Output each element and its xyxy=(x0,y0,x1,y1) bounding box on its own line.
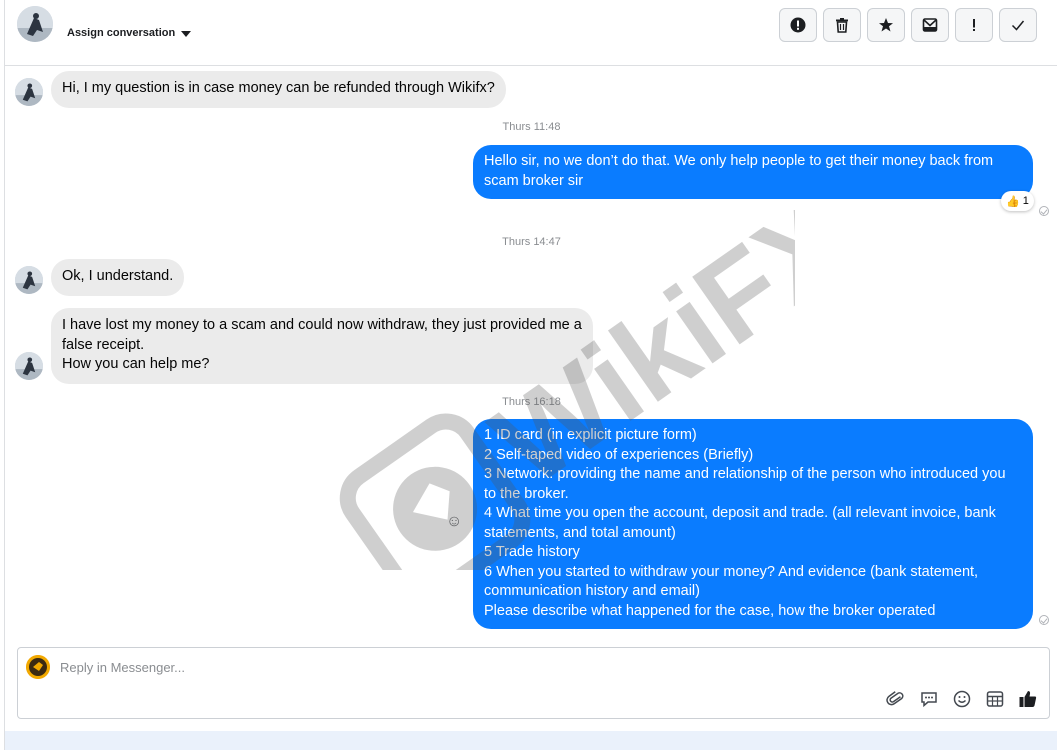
emoji-button[interactable] xyxy=(951,688,973,710)
exclamation-icon xyxy=(973,19,975,31)
assign-conversation-dropdown[interactable]: Assign conversation xyxy=(67,27,192,39)
message-text: Hi, I my question is in case money can b… xyxy=(62,80,495,96)
reaction-badge[interactable]: 👍 1 xyxy=(1001,191,1034,211)
chat-bubble-icon xyxy=(921,692,937,708)
message-text-line: 6 When you started to withdraw your mone… xyxy=(484,563,979,580)
timestamp: Thurs 16:18 xyxy=(502,396,561,408)
message-text-line: false receipt. xyxy=(62,336,145,353)
reply-composer: Reply in Messenger... xyxy=(17,647,1050,719)
smiley-icon xyxy=(953,690,971,708)
conversation-panel: Assign conversation Hi, I my question is… xyxy=(4,0,1057,750)
message-text-line: 2 Self-taped video of experiences (Brief… xyxy=(484,446,754,463)
message-text-line: 5 Trade history xyxy=(484,544,580,560)
seen-check-icon xyxy=(1039,615,1049,625)
message-text-line: How you can help me? xyxy=(62,356,210,372)
message-text-line: I have lost my money to a scam and could… xyxy=(62,317,582,333)
conversation-header: Assign conversation xyxy=(5,0,1057,66)
message-text-line: scam broker sir xyxy=(484,172,584,189)
like-button[interactable] xyxy=(1017,688,1039,710)
contact-avatar[interactable] xyxy=(17,6,53,42)
footer-bar xyxy=(5,731,1057,750)
thumbs-up-icon xyxy=(1019,691,1037,707)
message-text-line: Hello sir, no we don’t do that. We only … xyxy=(484,153,994,169)
alert-circle-icon xyxy=(790,17,806,33)
composer-tools xyxy=(885,688,1039,710)
sender-avatar xyxy=(15,266,43,294)
sender-avatar xyxy=(15,78,43,106)
reply-input[interactable]: Reply in Messenger... xyxy=(60,660,185,675)
sender-avatar xyxy=(15,352,43,380)
thumbs-up-icon: 👍 xyxy=(1006,195,1020,208)
attachment-button[interactable] xyxy=(885,688,907,710)
message-text: Ok, I understand. xyxy=(62,268,174,284)
saved-replies-button[interactable] xyxy=(918,688,940,710)
caret-down-icon xyxy=(181,31,192,37)
envelope-icon xyxy=(922,18,938,32)
check-icon xyxy=(1011,20,1025,31)
page-avatar xyxy=(26,655,50,679)
incoming-message: I have lost my money to a scam and could… xyxy=(51,308,593,384)
conversation-toolbar xyxy=(779,8,1037,42)
reaction-count: 1 xyxy=(1022,195,1029,207)
message-text-line: statements, and total amount) xyxy=(484,524,676,541)
assign-conversation-label: Assign conversation xyxy=(67,27,176,39)
done-button[interactable] xyxy=(999,8,1037,42)
appointment-button[interactable] xyxy=(984,688,1006,710)
mark-unread-button[interactable] xyxy=(911,8,949,42)
message-text-line: to the broker. xyxy=(484,485,569,502)
star-button[interactable] xyxy=(867,8,905,42)
timestamp: Thurs 11:48 xyxy=(502,121,561,133)
report-button[interactable] xyxy=(779,8,817,42)
paperclip-icon xyxy=(886,691,904,706)
important-button[interactable] xyxy=(955,8,993,42)
calendar-icon xyxy=(986,691,1004,707)
react-emoji-icon[interactable]: ☺ xyxy=(446,513,462,531)
message-text-line: Please describe what happened for the ca… xyxy=(484,602,936,619)
incoming-message: Ok, I understand. xyxy=(51,259,185,296)
message-text-line: communication history and email) xyxy=(484,583,700,599)
message-text-line: 4 What time you open the account, deposi… xyxy=(484,505,996,521)
star-icon xyxy=(879,18,893,32)
timestamp: Thurs 14:47 xyxy=(502,236,561,248)
delete-button[interactable] xyxy=(823,8,861,42)
message-text-line: 3 Network: providing the name and relati… xyxy=(484,466,1006,482)
trash-icon xyxy=(836,18,848,33)
incoming-message: Hi, I my question is in case money can b… xyxy=(51,71,506,108)
seen-check-icon xyxy=(1039,206,1049,216)
outgoing-message: Hello sir, no we don’t do that. We only … xyxy=(473,145,1033,199)
outgoing-message: 1 ID card (in explicit picture form) 2 S… xyxy=(473,419,1033,629)
message-text-line: 1 ID card (in explicit picture form) xyxy=(484,427,697,443)
